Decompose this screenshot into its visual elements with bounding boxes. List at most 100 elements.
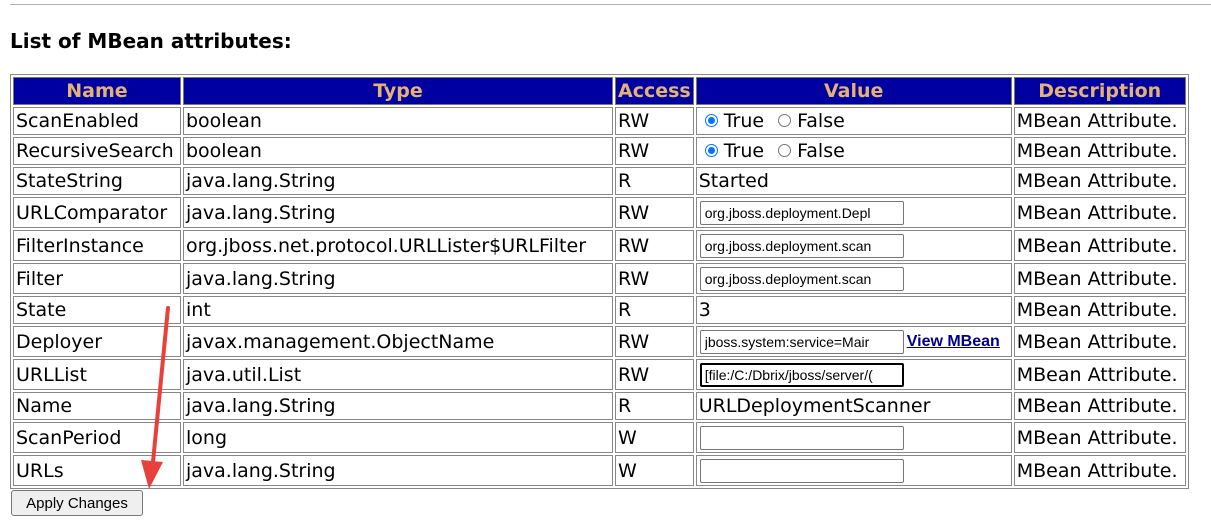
attribute-name: ScanPeriod — [13, 422, 181, 453]
deployer-input[interactable] — [699, 329, 904, 354]
attribute-description: MBean Attribute. — [1013, 296, 1186, 324]
attribute-name: URLComparator — [13, 197, 181, 228]
false-radio[interactable] — [778, 144, 792, 158]
attribute-name: Filter — [13, 263, 181, 294]
attribute-description: MBean Attribute. — [1013, 422, 1186, 453]
column-header-type: Type — [183, 77, 613, 105]
attribute-value: 3 — [695, 296, 1012, 324]
attribute-type: int — [183, 296, 613, 324]
attribute-type: java.util.List — [183, 359, 613, 390]
attribute-description: MBean Attribute. — [1013, 230, 1186, 261]
attribute-name: FilterInstance — [13, 230, 181, 261]
url-comparator-input[interactable] — [699, 200, 904, 225]
boolean-radio-group: True False — [699, 110, 851, 132]
table-row: Deployer javax.management.ObjectName RW … — [13, 326, 1186, 357]
table-row: FilterInstance org.jboss.net.protocol.UR… — [13, 230, 1186, 261]
attribute-description: MBean Attribute. — [1013, 263, 1186, 294]
attribute-value: View MBean — [695, 326, 1012, 357]
attribute-description: MBean Attribute. — [1013, 326, 1186, 357]
attribute-access: RW — [615, 263, 694, 294]
filter-instance-input[interactable] — [699, 233, 904, 258]
table-row: ScanPeriod long W MBean Attribute. — [13, 422, 1186, 453]
page-heading: List of MBean attributes: — [10, 29, 292, 53]
boolean-radio-group: True False — [699, 140, 851, 162]
mbean-attributes-table: Name Type Access Value Description ScanE… — [10, 74, 1189, 489]
attribute-value — [695, 263, 1012, 294]
attribute-description: MBean Attribute. — [1013, 197, 1186, 228]
true-radio-label[interactable]: True — [724, 110, 764, 132]
attribute-value: URLDeploymentScanner — [695, 392, 1012, 420]
column-header-name: Name — [13, 77, 181, 105]
true-radio[interactable] — [704, 114, 718, 128]
table-row: URLComparator java.lang.String RW MBean … — [13, 197, 1186, 228]
attribute-name: StateString — [13, 167, 181, 195]
attribute-access: W — [615, 455, 694, 486]
attribute-type: long — [183, 422, 613, 453]
attribute-value: Started — [695, 167, 1012, 195]
attribute-access: R — [615, 167, 694, 195]
attribute-description: MBean Attribute. — [1013, 392, 1186, 420]
attribute-access: R — [615, 392, 694, 420]
attribute-name: State — [13, 296, 181, 324]
attribute-type: org.jboss.net.protocol.URLLister$URLFilt… — [183, 230, 613, 261]
attribute-description: MBean Attribute. — [1013, 107, 1186, 135]
attribute-name: RecursiveSearch — [13, 137, 181, 165]
attribute-name: Deployer — [13, 326, 181, 357]
attribute-type: javax.management.ObjectName — [183, 326, 613, 357]
attribute-description: MBean Attribute. — [1013, 359, 1186, 390]
attribute-name: Name — [13, 392, 181, 420]
table-row: URLs java.lang.String W MBean Attribute. — [13, 455, 1186, 486]
attribute-type: java.lang.String — [183, 455, 613, 486]
table-row: Name java.lang.String R URLDeploymentSca… — [13, 392, 1186, 420]
scan-period-input[interactable] — [699, 425, 904, 450]
attribute-value — [695, 230, 1012, 261]
attribute-type: java.lang.String — [183, 263, 613, 294]
attribute-name: ScanEnabled — [13, 107, 181, 135]
attribute-access: RW — [615, 359, 694, 390]
attribute-access: RW — [615, 326, 694, 357]
false-radio-label[interactable]: False — [797, 110, 845, 132]
attribute-access: RW — [615, 197, 694, 228]
table-row: StateString java.lang.String R Started M… — [13, 167, 1186, 195]
attribute-name: URLList — [13, 359, 181, 390]
attribute-value — [695, 359, 1012, 390]
attribute-type: java.lang.String — [183, 167, 613, 195]
attribute-access: W — [615, 422, 694, 453]
url-list-input[interactable] — [699, 362, 904, 387]
column-header-value: Value — [695, 77, 1012, 105]
attribute-value — [695, 422, 1012, 453]
attribute-value — [695, 197, 1012, 228]
urls-input[interactable] — [699, 458, 904, 483]
filter-input[interactable] — [699, 266, 904, 291]
attribute-access: R — [615, 296, 694, 324]
attribute-access: RW — [615, 107, 694, 135]
attribute-description: MBean Attribute. — [1013, 455, 1186, 486]
view-mbean-link[interactable]: View MBean — [907, 333, 1000, 350]
attribute-type: java.lang.String — [183, 392, 613, 420]
attribute-type: boolean — [183, 137, 613, 165]
column-header-access: Access — [615, 77, 694, 105]
attribute-value — [695, 455, 1012, 486]
attribute-name: URLs — [13, 455, 181, 486]
attribute-description: MBean Attribute. — [1013, 167, 1186, 195]
false-radio[interactable] — [778, 114, 792, 128]
top-divider — [10, 4, 1211, 5]
true-radio-label[interactable]: True — [724, 140, 764, 162]
column-header-description: Description — [1013, 77, 1186, 105]
table-row: ScanEnabled boolean RW True False MBean … — [13, 107, 1186, 135]
table-row: State int R 3 MBean Attribute. — [13, 296, 1186, 324]
table-row: Filter java.lang.String RW MBean Attribu… — [13, 263, 1186, 294]
attribute-access: RW — [615, 137, 694, 165]
true-radio[interactable] — [704, 144, 718, 158]
attribute-description: MBean Attribute. — [1013, 137, 1186, 165]
attribute-type: boolean — [183, 107, 613, 135]
false-radio-label[interactable]: False — [797, 140, 845, 162]
attribute-value: True False — [695, 107, 1012, 135]
apply-changes-button[interactable]: Apply Changes — [11, 490, 143, 516]
table-row: URLList java.util.List RW MBean Attribut… — [13, 359, 1186, 390]
attribute-access: RW — [615, 230, 694, 261]
attribute-value: True False — [695, 137, 1012, 165]
attribute-type: java.lang.String — [183, 197, 613, 228]
table-header-row: Name Type Access Value Description — [13, 77, 1186, 105]
table-row: RecursiveSearch boolean RW True False MB… — [13, 137, 1186, 165]
